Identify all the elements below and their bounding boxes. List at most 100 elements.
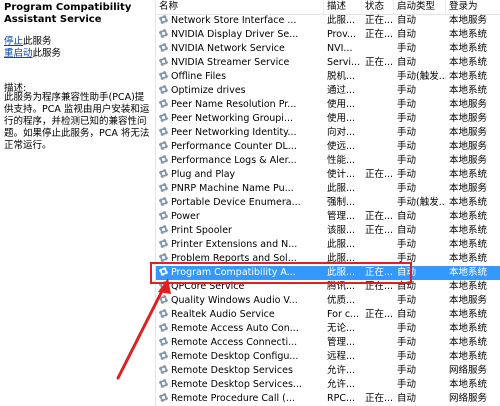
service-name: Plug and Play: [156, 168, 324, 182]
service-name: Performance Logs & Aler...: [156, 154, 324, 168]
service-row[interactable]: Plug and Play 使计... 正在... 手动 本地系统: [156, 168, 500, 182]
column-header-name[interactable]: 名称: [156, 0, 324, 14]
service-row[interactable]: Offline Files 脱机... 手动(触发... 本地系统: [156, 70, 500, 84]
service-logon-as-text: 本地服务: [449, 183, 488, 194]
service-status: [362, 350, 394, 364]
service-row[interactable]: NVIDIA Streamer Service Servi... 正在... 自动 本地…: [156, 56, 500, 70]
service-startup-type: 自动: [394, 56, 446, 70]
service-row[interactable]: Quality Windows Audio V... 优质... 手动 本地服务: [156, 294, 500, 308]
service-startup-type-text: 手动: [397, 379, 417, 390]
service-startup-type: 自动: [394, 14, 446, 28]
service-status: [362, 42, 394, 56]
service-row[interactable]: Network Store Interface ... 此服... 正在... 自动 本…: [156, 14, 500, 28]
service-row[interactable]: Remote Desktop Services... 允许... 手动 本地系统: [156, 378, 500, 392]
service-description-cell: 使远...: [324, 140, 362, 154]
service-status: [362, 140, 394, 154]
service-logon-as: 本地系统: [446, 84, 500, 98]
service-title: Program Compatibility Assistant Service: [4, 2, 132, 25]
service-name: Optimize drives: [156, 84, 324, 98]
service-row[interactable]: Remote Access Connecti... 管理... 手动 本地系统: [156, 336, 500, 350]
service-status: [362, 336, 394, 350]
service-status: [362, 364, 394, 378]
service-row[interactable]: Realtek Audio Service For c... 正在... 自动 本地系统: [156, 308, 500, 322]
service-row[interactable]: Peer Networking Groupi... 使用... 手动 本地服务: [156, 112, 500, 126]
service-startup-type-text: 手动: [397, 43, 417, 54]
service-gear-icon: [159, 99, 168, 108]
restart-service-link[interactable]: 重启动: [4, 48, 33, 59]
service-startup-type: 手动: [394, 42, 446, 56]
service-logon-as: 本地系统: [446, 252, 500, 266]
column-header-status[interactable]: 状态: [362, 0, 394, 14]
service-name: Remote Access Auto Con...: [156, 322, 324, 336]
service-description-cell: 无论...: [324, 322, 362, 336]
service-description-cell-text: For c...: [327, 309, 360, 320]
service-logon-as: 本地系统: [446, 196, 500, 210]
service-row[interactable]: Remote Access Auto Con... 无论... 手动 本地系统: [156, 322, 500, 336]
service-startup-type-text: 自动: [397, 309, 417, 320]
service-startup-type-text: 手动: [397, 85, 417, 96]
service-gear-icon: [159, 43, 168, 52]
service-logon-as: 本地服务: [446, 112, 500, 126]
service-status-text: 正在...: [365, 211, 394, 222]
service-row[interactable]: Optimize drives 通过... 手动 本地系统: [156, 84, 500, 98]
service-status: [362, 378, 394, 392]
service-name-text: Peer Name Resolution Pr...: [171, 99, 297, 110]
service-name-text: NVIDIA Network Service: [171, 43, 285, 54]
service-row[interactable]: Peer Networking Identity... 向对... 手动 本地服务: [156, 126, 500, 140]
restart-service-line: 重启动此服务: [4, 48, 61, 60]
service-name-text: PNRP Machine Name Pu...: [171, 183, 294, 194]
service-name-text: Optimize drives: [171, 85, 246, 96]
service-row[interactable]: Print Spooler 该服... 正在... 自动 本地系统: [156, 224, 500, 238]
service-description-cell: 优质...: [324, 294, 362, 308]
service-row[interactable]: Remote Desktop Services 允许... 手动 网络服务: [156, 364, 500, 378]
service-gear-icon: [159, 141, 168, 150]
column-header-startup-type[interactable]: 启动类型: [394, 0, 446, 14]
service-startup-type-text: 手动: [397, 169, 417, 180]
stop-service-link[interactable]: 停止: [4, 36, 23, 47]
service-description-cell: 强制...: [324, 196, 362, 210]
service-logon-as-text: 本地系统: [449, 267, 488, 278]
service-description-cell-text: 强制...: [327, 197, 356, 208]
service-row[interactable]: Printer Extensions and N... 此服... 手动 本地系统: [156, 238, 500, 252]
service-logon-as: 本地服务: [446, 294, 500, 308]
service-row[interactable]: Power 管理... 正在... 自动 本地系统: [156, 210, 500, 224]
service-rows: Network Store Interface ... 此服... 正在... 自动本…: [156, 14, 500, 406]
service-gear-icon: [159, 71, 168, 80]
service-description-cell-text: 使用...: [327, 99, 356, 110]
service-description-cell: 允许...: [324, 378, 362, 392]
service-name: Power: [156, 210, 324, 224]
column-header-description[interactable]: 描述: [324, 0, 362, 14]
service-logon-as-text: 网络服务: [449, 393, 488, 404]
service-gear-icon: [159, 29, 168, 38]
service-description-cell-text: 性能...: [327, 155, 356, 166]
service-name-text: Print Spooler: [171, 225, 232, 236]
service-startup-type-text: 手动: [397, 295, 417, 306]
service-description-cell-text: NVI...: [327, 43, 353, 54]
service-status-text: 正在...: [365, 29, 394, 40]
service-status-text: 正在...: [365, 225, 394, 236]
service-description-cell-text: 此服...: [327, 15, 356, 26]
service-row[interactable]: Peer Name Resolution Pr... 使用... 手动 本地服务: [156, 98, 500, 112]
service-description-cell: NVI...: [324, 42, 362, 56]
service-name-text: Remote Desktop Services: [171, 365, 293, 376]
service-name: Quality Windows Audio V...: [156, 294, 324, 308]
column-header-logon-as[interactable]: 登录为: [446, 0, 500, 14]
service-name-text: Plug and Play: [171, 169, 236, 180]
service-row[interactable]: NVIDIA Display Driver Se... Prov... 正在... 自…: [156, 28, 500, 42]
service-row[interactable]: NVIDIA Network Service NVI... 手动 本地系统: [156, 42, 500, 56]
service-status-text: 正在...: [365, 57, 394, 68]
service-name: Peer Networking Groupi...: [156, 112, 324, 126]
service-name: Remote Access Connecti...: [156, 336, 324, 350]
service-row[interactable]: Performance Counter DL... 使远... 手动 本地服务: [156, 140, 500, 154]
service-startup-type: 手动: [394, 168, 446, 182]
service-row[interactable]: Performance Logs & Aler... 性能... 手动 本地服务: [156, 154, 500, 168]
service-row[interactable]: Remote Desktop Configu... 远程... 手动 本地系统: [156, 350, 500, 364]
service-logon-as: 本地系统: [446, 224, 500, 238]
service-row[interactable]: Remote Procedure Call (... RPC... 正在... 自动 网…: [156, 392, 500, 406]
service-row[interactable]: PNRP Machine Name Pu... 此服... 手动 本地服务: [156, 182, 500, 196]
service-startup-type-text: 手动: [397, 113, 417, 124]
service-row[interactable]: Portable Device Enumera... 强制... 手动(触发... 本…: [156, 196, 500, 210]
service-logon-as: 本地系统: [446, 28, 500, 42]
service-description-cell-text: 优质...: [327, 295, 356, 306]
service-description-cell-text: 管理...: [327, 337, 356, 348]
